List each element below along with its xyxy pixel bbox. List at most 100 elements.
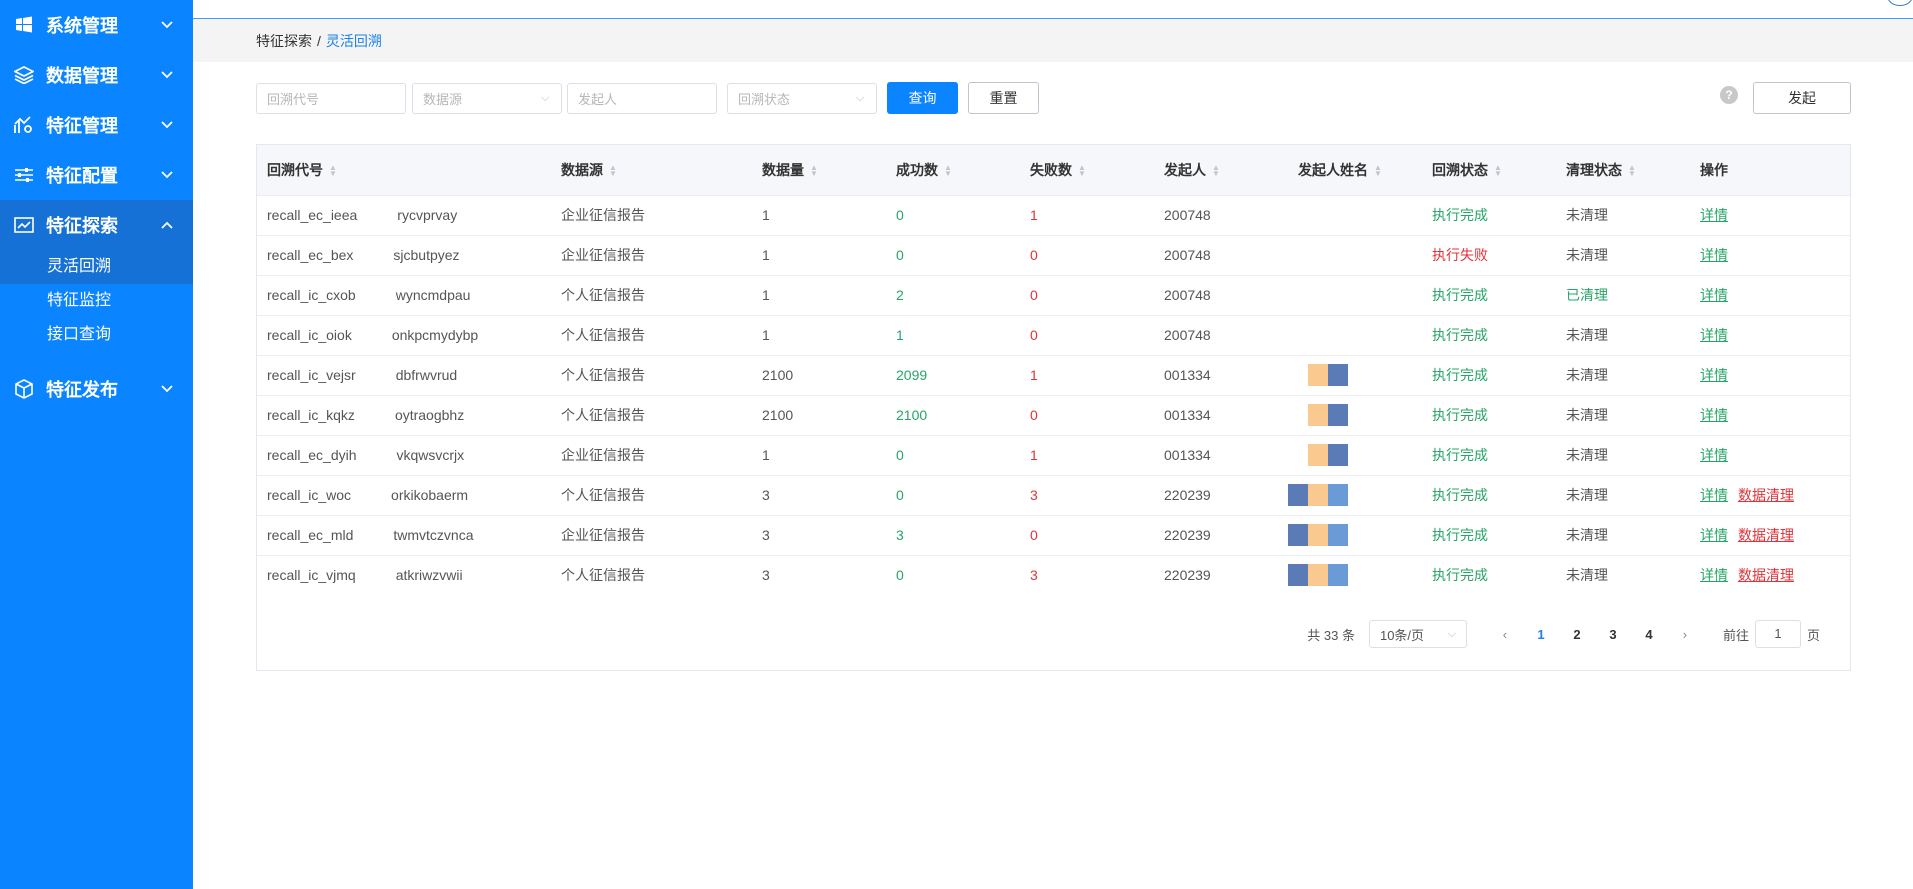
sort-icon[interactable]: ▲ ▼ — [1628, 164, 1636, 178]
recall-status-cell: 执行完成 — [1432, 367, 1488, 383]
fail-cell: 0 — [1030, 407, 1038, 423]
column-header[interactable]: 回溯状态 ▲ ▼ — [1422, 145, 1556, 195]
detail-link[interactable]: 详情 — [1700, 567, 1728, 583]
column-header[interactable]: 成功数 ▲ ▼ — [886, 145, 1020, 195]
table-row: recall_ic_woc orkikobaerm 个人征信报告 3 0 3 220239 执… — [257, 475, 1850, 515]
column-header[interactable]: 清理状态 ▲ ▼ — [1556, 145, 1690, 195]
count-cell: 3 — [762, 567, 770, 584]
detail-link[interactable]: 详情 — [1700, 287, 1728, 303]
sidebar-item-1[interactable]: 数据管理 — [0, 50, 193, 100]
column-header[interactable]: 数据源 ▲ ▼ — [551, 145, 752, 195]
datasource-select[interactable]: 数据源 ⌵ — [412, 82, 562, 114]
clean-data-link[interactable]: 数据清理 — [1738, 527, 1794, 543]
detail-link[interactable]: 详情 — [1700, 487, 1728, 503]
page-number[interactable]: 2 — [1559, 627, 1595, 642]
count-cell: 3 — [762, 527, 770, 543]
sidebar-item-label: 特征管理 — [46, 116, 118, 136]
reset-button[interactable]: 重置 — [968, 82, 1039, 114]
actions-cell: 详情 — [1690, 395, 1850, 435]
sidebar-subitem-1[interactable]: 特征监控 — [0, 284, 193, 318]
page-number[interactable]: 1 — [1523, 627, 1559, 642]
actions-cell: 详情 — [1690, 275, 1850, 315]
user-avatar[interactable] — [1887, 0, 1913, 6]
sidebar-item-5[interactable]: 特征发布 — [0, 364, 193, 414]
recall-code-cell: recall_ic_woc orkikobaerm — [257, 475, 551, 515]
initiator-placeholder: 发起人 — [578, 91, 618, 107]
recall-code-input[interactable]: 回溯代号 — [256, 82, 406, 114]
sidebar-item-label: 特征发布 — [46, 380, 118, 400]
column-header[interactable]: 发起人姓名 ▲ ▼ — [1288, 145, 1422, 195]
sidebar-subitem-0[interactable]: 灵活回溯 — [0, 250, 193, 284]
goto-page-input[interactable]: 1 — [1754, 620, 1801, 648]
recall-status-cell: 执行失败 — [1432, 247, 1488, 263]
detail-link[interactable]: 详情 — [1700, 407, 1728, 423]
column-header[interactable]: 失败数 ▲ ▼ — [1020, 145, 1154, 195]
detail-link[interactable]: 详情 — [1700, 447, 1728, 463]
launch-button[interactable]: 发起 — [1753, 82, 1851, 114]
column-header[interactable]: 回溯代号 ▲ ▼ — [257, 145, 551, 195]
sort-icon[interactable]: ▲ ▼ — [329, 164, 337, 178]
query-button[interactable]: 查询 — [887, 82, 958, 114]
recall-status-cell: 执行完成 — [1432, 287, 1488, 303]
initiator-cell: 220239 — [1164, 567, 1211, 584]
main-content: 特征探索 / 灵活回溯 回溯代号 数据源 ⌵ 发起人 回溯状态 ⌵ 查询 重置 … — [193, 0, 1913, 889]
actions-cell: 详情 — [1690, 355, 1850, 395]
success-cell: 0 — [896, 567, 904, 584]
sidebar-item-3[interactable]: 特征配置 — [0, 150, 193, 200]
actions-cell: 详情 — [1690, 315, 1850, 355]
table-row: recall_ic_kqkz oytraogbhz 个人征信报告 2100 2100 0 0… — [257, 395, 1850, 435]
detail-link[interactable]: 详情 — [1700, 367, 1728, 383]
fail-cell: 0 — [1030, 287, 1038, 303]
page-number[interactable]: 4 — [1631, 627, 1667, 642]
pagination-total: 共 33 条 — [1307, 627, 1355, 643]
prev-page-icon[interactable]: ‹ — [1487, 627, 1523, 642]
initiator-cell: 001334 — [1164, 447, 1211, 463]
breadcrumb-current: 灵活回溯 — [325, 32, 382, 49]
page-size-select[interactable]: 10条/页 ⌵ — [1368, 620, 1467, 648]
initiator-input[interactable]: 发起人 — [567, 82, 717, 114]
sort-icon[interactable]: ▲ ▼ — [810, 164, 818, 178]
initiator-cell: 200748 — [1164, 207, 1211, 223]
count-cell: 1 — [762, 447, 770, 463]
detail-link[interactable]: 详情 — [1700, 207, 1728, 223]
recall-code-prefix: recall_ic_cxob — [267, 287, 356, 303]
table-row: recall_ec_mld twmvtczvnca 企业征信报告 3 3 0 220239 执… — [257, 515, 1850, 555]
sidebar-item-0[interactable]: 系统管理 — [0, 0, 193, 50]
breadcrumb-parent[interactable]: 特征探索 — [256, 31, 312, 51]
detail-link[interactable]: 详情 — [1700, 527, 1728, 543]
table-row: recall_ic_vjmq atkriwzvwii 个人征信报告 3 0 3 220239… — [257, 555, 1850, 595]
column-header[interactable]: 数据量 ▲ ▼ — [752, 145, 886, 195]
sort-icon[interactable]: ▲ ▼ — [1374, 164, 1382, 178]
clean-status-cell: 未清理 — [1566, 327, 1608, 343]
goto-prefix: 前往 — [1722, 627, 1749, 643]
sort-icon[interactable]: ▲ ▼ — [944, 164, 952, 178]
windows-icon — [14, 15, 34, 35]
initiator-cell: 200748 — [1164, 327, 1211, 343]
actions-cell: 详情 数据清理 — [1690, 515, 1850, 555]
initiator-cell: 200748 — [1164, 287, 1211, 303]
sidebar-subitem-2[interactable]: 接口查询 — [0, 318, 193, 352]
sort-icon[interactable]: ▲ ▼ — [1078, 164, 1086, 178]
sidebar-item-label: 特征配置 — [46, 166, 118, 186]
detail-link[interactable]: 详情 — [1700, 327, 1728, 343]
clean-data-link[interactable]: 数据清理 — [1738, 487, 1794, 503]
page-number[interactable]: 3 — [1595, 627, 1631, 642]
clean-status-cell: 未清理 — [1566, 447, 1608, 463]
recall-status-select[interactable]: 回溯状态 ⌵ — [727, 82, 877, 114]
breadcrumb: 特征探索 / 灵活回溯 — [193, 19, 1913, 62]
clean-data-link[interactable]: 数据清理 — [1738, 567, 1794, 583]
sort-icon[interactable]: ▲ ▼ — [1212, 164, 1220, 178]
recall-status-cell: 执行完成 — [1432, 327, 1488, 343]
chevron-down-icon — [155, 121, 179, 129]
sidebar-item-2[interactable]: 特征管理 — [0, 100, 193, 150]
sidebar-item-4[interactable]: 特征探索 — [0, 200, 193, 250]
column-header[interactable]: 发起人 ▲ ▼ — [1154, 145, 1288, 195]
detail-link[interactable]: 详情 — [1700, 247, 1728, 263]
sort-icon[interactable]: ▲ ▼ — [1494, 164, 1502, 178]
recall-code-suffix: rycvprvay — [397, 207, 458, 223]
success-cell: 0 — [896, 447, 904, 463]
datasource-cell: 企业征信报告 — [561, 447, 645, 463]
next-page-icon[interactable]: › — [1667, 627, 1703, 642]
help-icon[interactable]: ? — [1720, 86, 1738, 104]
sort-icon[interactable]: ▲ ▼ — [609, 164, 617, 178]
